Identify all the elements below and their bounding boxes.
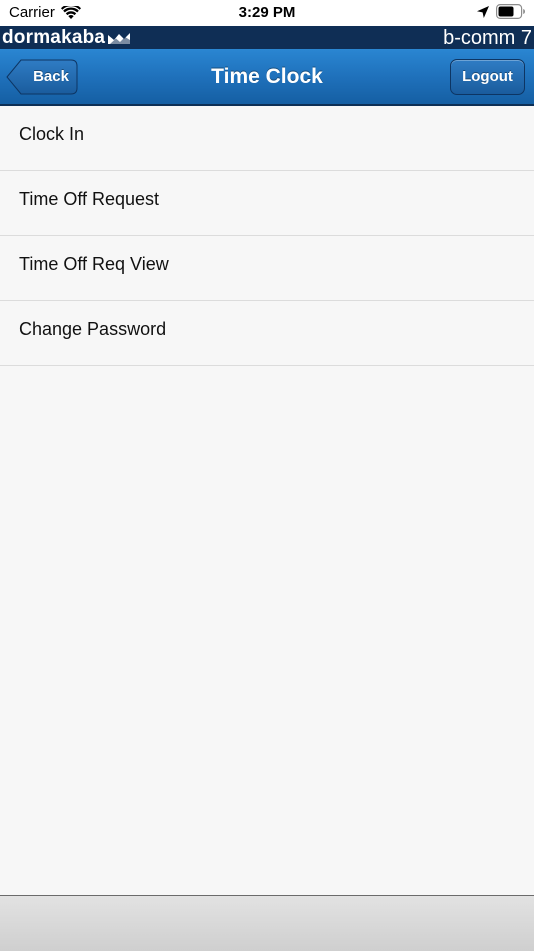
- logo-mark-icon: [108, 32, 131, 44]
- menu-item-change-password[interactable]: Change Password: [0, 301, 534, 366]
- menu-item-time-off-request[interactable]: Time Off Request: [0, 171, 534, 236]
- menu-item-label: Time Off Request: [19, 189, 160, 209]
- product-name: b-comm 7: [443, 27, 532, 49]
- status-bar: Carrier 3:29 PM: [0, 0, 534, 26]
- location-arrow-icon: [476, 5, 490, 19]
- status-time: 3:29 PM: [238, 4, 296, 21]
- logo-text: dormakaba: [2, 27, 106, 48]
- footer-toolbar: [0, 895, 534, 951]
- menu-list: Clock In Time Off Request Time Off Req V…: [0, 106, 534, 366]
- menu-item-label: Clock In: [19, 124, 85, 144]
- menu-item-time-off-req-view[interactable]: Time Off Req View: [0, 236, 534, 301]
- nav-bar: Back Time Clock Logout: [0, 49, 534, 106]
- battery-icon: [496, 4, 526, 20]
- brand-bar: dormakaba b-comm 7: [0, 26, 534, 49]
- menu-item-clock-in[interactable]: Clock In: [0, 106, 534, 171]
- status-right: [476, 4, 526, 20]
- menu-item-label: Time Off Req View: [19, 254, 169, 274]
- dormakaba-logo: dormakaba: [2, 26, 131, 49]
- menu-item-label: Change Password: [19, 319, 167, 339]
- logout-button[interactable]: Logout: [450, 59, 525, 95]
